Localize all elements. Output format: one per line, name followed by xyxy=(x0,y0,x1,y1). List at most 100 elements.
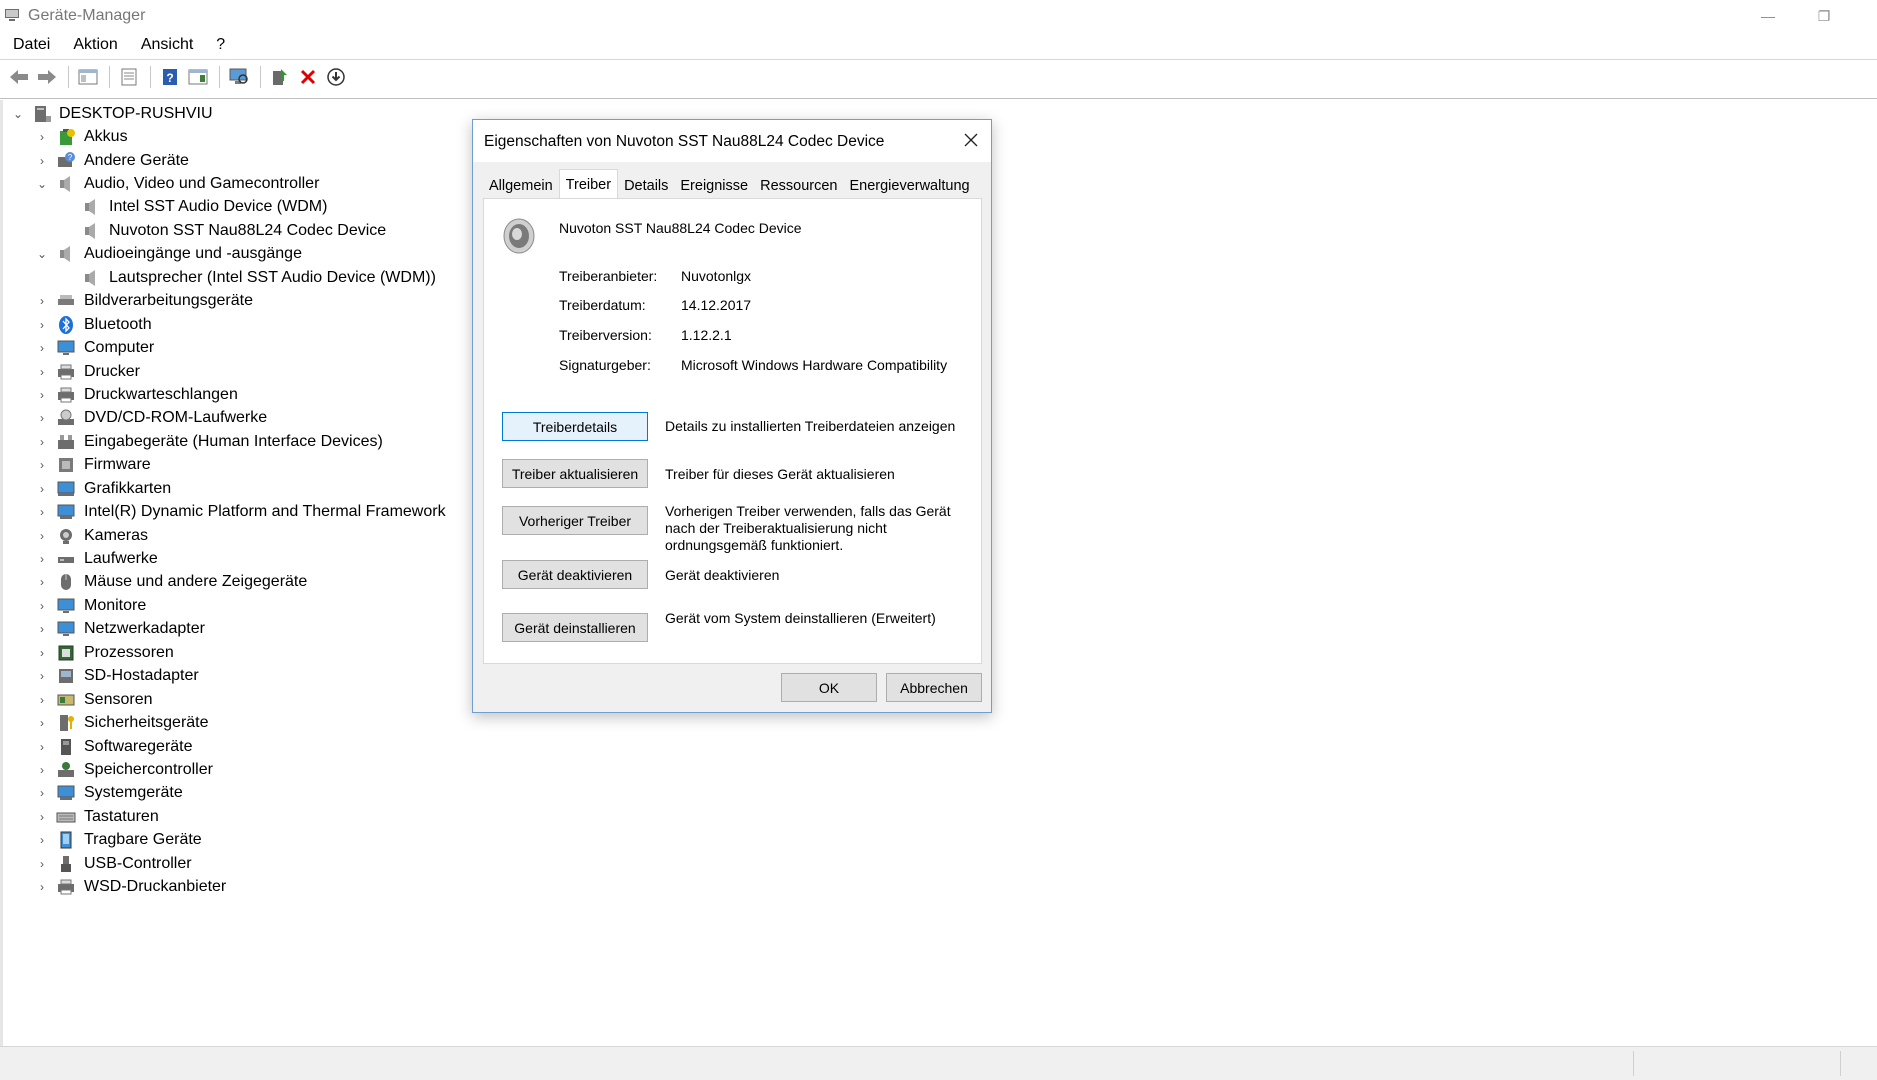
restore-button[interactable]: ❐ xyxy=(1796,0,1852,32)
tree-category[interactable]: › Prozessoren xyxy=(0,641,470,664)
chevron-down-icon[interactable]: ⌄ xyxy=(36,247,48,261)
tree-category[interactable]: › Systemgeräte xyxy=(0,782,470,805)
menu-aktion[interactable]: Aktion xyxy=(60,34,127,58)
chevron-right-icon[interactable]: › xyxy=(36,458,48,472)
tree-category[interactable]: › Firmware xyxy=(0,454,470,477)
chevron-right-icon[interactable]: › xyxy=(36,505,48,519)
chevron-right-icon[interactable]: › xyxy=(36,294,48,308)
close-icon[interactable] xyxy=(961,130,981,150)
minimize-button[interactable]: — xyxy=(1740,0,1796,32)
tree-category[interactable]: › WSD-Druckanbieter xyxy=(0,875,470,898)
tab-ereignisse[interactable]: Ereignisse xyxy=(674,172,754,198)
chevron-right-icon[interactable]: › xyxy=(36,880,48,894)
tree-category[interactable]: ⌄ Audio, Video und Gamecontroller xyxy=(0,172,470,195)
tree-category[interactable]: › Speichercontroller xyxy=(0,758,470,781)
chevron-right-icon[interactable]: › xyxy=(36,833,48,847)
chevron-right-icon[interactable]: › xyxy=(36,857,48,871)
update-driver-button[interactable]: Treiber aktualisieren xyxy=(502,459,648,488)
tree-category[interactable]: ›? Andere Geräte xyxy=(0,149,470,172)
tree-device[interactable]: Nuvoton SST Nau88L24 Codec Device xyxy=(0,219,470,242)
menu-datei[interactable]: Datei xyxy=(0,34,60,58)
action-pane-button[interactable] xyxy=(185,65,211,89)
disable-device-button[interactable]: Gerät deaktivieren xyxy=(502,560,648,589)
chevron-right-icon[interactable]: › xyxy=(36,763,48,777)
tab-energieverwaltung[interactable]: Energieverwaltung xyxy=(843,172,975,198)
driver-details-button[interactable]: Treiberdetails xyxy=(502,412,648,441)
chevron-right-icon[interactable]: › xyxy=(36,365,48,379)
tree-category[interactable]: › USB-Controller xyxy=(0,852,470,875)
chevron-right-icon[interactable]: › xyxy=(36,810,48,824)
tree-device[interactable]: Lautsprecher (Intel SST Audio Device (WD… xyxy=(0,266,470,289)
tab-allgemein[interactable]: Allgemein xyxy=(483,172,559,198)
chevron-right-icon[interactable]: › xyxy=(36,388,48,402)
chevron-right-icon[interactable]: › xyxy=(36,318,48,332)
back-button[interactable] xyxy=(6,65,32,89)
tree-category[interactable]: › Tragbare Geräte xyxy=(0,829,470,852)
disable-device-button[interactable] xyxy=(323,65,349,89)
tree-category[interactable]: › Drucker xyxy=(0,360,470,383)
tree-category[interactable]: › Kameras xyxy=(0,524,470,547)
tree-category[interactable]: ⌄ Audioeingänge und -ausgänge xyxy=(0,243,470,266)
tree-root[interactable]: ⌄ DESKTOP-RUSHVIU xyxy=(0,102,470,125)
tree-category[interactable]: › Grafikkarten xyxy=(0,477,470,500)
chevron-right-icon[interactable]: › xyxy=(36,529,48,543)
forward-button[interactable] xyxy=(34,65,60,89)
tab-ressourcen[interactable]: Ressourcen xyxy=(754,172,843,198)
tree-category[interactable]: › Bluetooth xyxy=(0,313,470,336)
chevron-right-icon[interactable]: › xyxy=(36,482,48,496)
tree-category[interactable]: › Monitore xyxy=(0,594,470,617)
properties-button[interactable] xyxy=(116,65,142,89)
display-adapter-icon xyxy=(57,481,75,496)
tree-device[interactable]: Intel SST Audio Device (WDM) xyxy=(0,196,470,219)
tree-category[interactable]: › SD-Hostadapter xyxy=(0,665,470,688)
chevron-right-icon[interactable]: › xyxy=(36,552,48,566)
chevron-right-icon[interactable]: › xyxy=(36,130,48,144)
chevron-right-icon[interactable]: › xyxy=(36,411,48,425)
chevron-right-icon[interactable]: › xyxy=(36,716,48,730)
tree-category[interactable]: › Eingabegeräte (Human Interface Devices) xyxy=(0,430,470,453)
chevron-down-icon[interactable]: ⌄ xyxy=(36,177,48,191)
tree-category[interactable]: › Mäuse und andere Zeigegeräte xyxy=(0,571,470,594)
chevron-right-icon[interactable]: › xyxy=(36,622,48,636)
tree-category[interactable]: › Akkus xyxy=(0,125,470,148)
tree-device-label: Lautsprecher (Intel SST Audio Device (WD… xyxy=(109,268,436,286)
help-button[interactable]: ? xyxy=(157,65,183,89)
menu-ansicht[interactable]: Ansicht xyxy=(128,34,203,58)
tree-category[interactable]: › DVD/CD-ROM-Laufwerke xyxy=(0,407,470,430)
chevron-right-icon[interactable]: › xyxy=(36,154,48,168)
uninstall-device-button[interactable]: Gerät deinstallieren xyxy=(502,613,648,642)
tree-category[interactable]: › Tastaturen xyxy=(0,805,470,828)
scan-hardware-button[interactable] xyxy=(226,65,252,89)
tree-category[interactable]: › Druckwarteschlangen xyxy=(0,383,470,406)
update-driver-button[interactable] xyxy=(267,65,293,89)
show-hide-console-tree-button[interactable] xyxy=(75,65,101,89)
tree-category[interactable]: › Computer xyxy=(0,336,470,359)
tree-category[interactable]: › Bildverarbeitungsgeräte xyxy=(0,290,470,313)
chevron-right-icon[interactable]: › xyxy=(36,669,48,683)
chevron-right-icon[interactable]: › xyxy=(36,435,48,449)
chevron-right-icon[interactable]: › xyxy=(36,786,48,800)
uninstall-device-button[interactable] xyxy=(295,65,321,89)
tab-treiber[interactable]: Treiber xyxy=(558,169,619,198)
chevron-right-icon[interactable]: › xyxy=(36,341,48,355)
tree-category[interactable]: › Netzwerkadapter xyxy=(0,618,470,641)
chevron-right-icon[interactable]: › xyxy=(36,740,48,754)
action-pane-icon xyxy=(188,69,208,85)
chevron-right-icon[interactable]: › xyxy=(36,599,48,613)
tree-category[interactable]: › Laufwerke xyxy=(0,547,470,570)
chevron-right-icon[interactable]: › xyxy=(36,693,48,707)
tree-category[interactable]: › Sicherheitsgeräte xyxy=(0,711,470,734)
chevron-right-icon[interactable]: › xyxy=(36,575,48,589)
cancel-button[interactable]: Abbrechen xyxy=(886,673,982,702)
tree-category[interactable]: › Softwaregeräte xyxy=(0,735,470,758)
ok-button[interactable]: OK xyxy=(781,673,877,702)
tab-details[interactable]: Details xyxy=(618,172,674,198)
chevron-down-icon[interactable]: ⌄ xyxy=(12,107,24,121)
toolbar: ? xyxy=(0,62,1877,92)
tree-category-label: Intel(R) Dynamic Platform and Thermal Fr… xyxy=(84,503,446,521)
chevron-right-icon[interactable]: › xyxy=(36,646,48,660)
tree-category[interactable]: › Intel(R) Dynamic Platform and Thermal F… xyxy=(0,500,470,523)
menu-help[interactable]: ? xyxy=(203,34,235,58)
rollback-driver-button[interactable]: Vorheriger Treiber xyxy=(502,506,648,535)
tree-category[interactable]: › Sensoren xyxy=(0,688,470,711)
